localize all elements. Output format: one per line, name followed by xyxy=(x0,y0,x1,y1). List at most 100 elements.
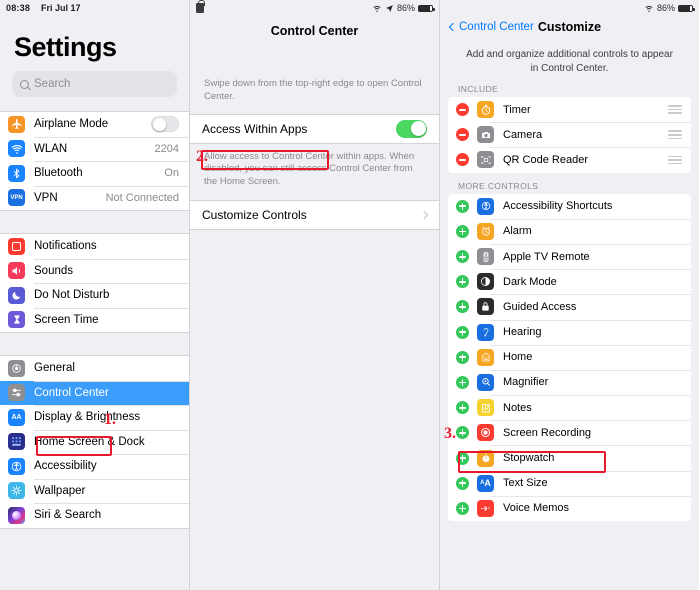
sidebar-item-display-brightness[interactable]: AA Display & Brightness xyxy=(0,405,189,430)
add-icon[interactable] xyxy=(456,501,469,515)
list-item-label: Stopwatch xyxy=(503,452,555,465)
list-item[interactable]: Dark Mode xyxy=(448,269,691,294)
vpn-icon: VPN xyxy=(8,189,25,207)
add-icon[interactable] xyxy=(456,426,469,440)
sidebar-item-label: Siri & Search xyxy=(34,509,102,522)
list-item[interactable]: Home xyxy=(448,344,691,370)
add-icon[interactable] xyxy=(456,325,469,339)
list-item[interactable]: Guided Access xyxy=(448,294,691,319)
sidebar-item-screen-time[interactable]: Screen Time xyxy=(0,307,189,332)
list-item[interactable]: Apple TV Remote xyxy=(448,243,691,269)
list-item-label: Accessibility Shortcuts xyxy=(503,200,613,213)
list-item-label: Dark Mode xyxy=(503,275,557,288)
access-within-apps-row[interactable]: Access Within Apps xyxy=(190,115,439,143)
list-item[interactable]: Hearing xyxy=(448,319,691,345)
list-item[interactable]: Camera xyxy=(448,122,691,147)
list-item[interactable]: Notes xyxy=(448,395,691,420)
wifi-status-icon xyxy=(645,5,653,12)
list-item-label: Home xyxy=(503,351,533,364)
sidebar-item-sounds[interactable]: Sounds xyxy=(0,258,189,283)
alarm-icon xyxy=(477,222,494,240)
list-item[interactable]: QR Code Reader xyxy=(448,147,691,172)
qr-code-reader-icon xyxy=(477,151,494,169)
more-controls-section-header: MORE CONTROLS xyxy=(458,180,539,191)
list-item[interactable]: Voice Memos xyxy=(448,495,691,521)
add-icon[interactable] xyxy=(456,476,469,490)
control-center-panel: 86% Control Center Swipe down from the t… xyxy=(190,0,440,590)
customize-controls-label: Customize Controls xyxy=(202,208,307,223)
search-input[interactable]: Search xyxy=(12,71,177,97)
add-icon[interactable] xyxy=(456,199,469,213)
list-item-label: Voice Memos xyxy=(503,502,570,515)
more-controls-list: Accessibility Shortcuts Alarm Apple TV R… xyxy=(448,193,691,521)
list-item[interactable]: Accessibility Shortcuts xyxy=(448,194,691,219)
customize-panel: 86% Control Center Customize Add and org… xyxy=(440,0,699,590)
add-icon[interactable] xyxy=(456,401,469,415)
sidebar-item-wlan[interactable]: WLAN 2204 xyxy=(0,136,189,161)
add-icon[interactable] xyxy=(456,300,469,314)
include-section-header: INCLUDE xyxy=(458,84,499,94)
right-status-bar: 86% xyxy=(440,0,699,16)
voice-memos-icon xyxy=(477,499,494,517)
list-item-label: QR Code Reader xyxy=(503,153,588,166)
sidebar-item-vpn[interactable]: VPN VPN Not Connected xyxy=(0,185,189,210)
remove-icon[interactable] xyxy=(456,153,469,167)
sidebar-item-label: Notifications xyxy=(34,240,97,253)
sidebar-item-do-not-disturb[interactable]: Do Not Disturb xyxy=(0,283,189,308)
airplane-mode-toggle[interactable] xyxy=(151,116,179,133)
battery-icon xyxy=(418,4,435,12)
battery-percent: 86% xyxy=(656,3,675,13)
add-icon[interactable] xyxy=(456,451,469,465)
sidebar-item-bluetooth[interactable]: Bluetooth On xyxy=(0,161,189,186)
customize-intro: Add and organize additional controls to … xyxy=(466,49,673,74)
sidebar-item-control-center[interactable]: Control Center xyxy=(0,380,189,405)
sidebar-item-siri-search[interactable]: Siri & Search xyxy=(0,503,189,528)
add-icon[interactable] xyxy=(456,375,469,389)
list-item[interactable]: Alarm xyxy=(448,218,691,244)
sidebar-item-label: Control Center xyxy=(34,386,109,399)
sidebar-item-airplane-mode[interactable]: Airplane Mode xyxy=(0,112,189,137)
location-arrow-icon xyxy=(386,4,393,12)
add-icon[interactable] xyxy=(456,224,469,238)
annotation-step-3: 3. xyxy=(444,425,456,442)
sidebar-item-notifications[interactable]: Notifications xyxy=(0,234,189,259)
siri-search-icon xyxy=(8,506,25,524)
sidebar-item-home-screen-dock[interactable]: Home Screen & Dock xyxy=(0,429,189,454)
sidebar-divider-2 xyxy=(0,333,189,355)
add-icon[interactable] xyxy=(456,350,469,364)
list-item-label: Timer xyxy=(503,103,531,116)
access-within-apps-label: Access Within Apps xyxy=(202,121,308,136)
notes-icon xyxy=(477,399,494,417)
reorder-handle-icon[interactable] xyxy=(668,155,682,165)
bluetooth-icon xyxy=(8,164,25,182)
sidebar-item-accessibility[interactable]: Accessibility xyxy=(0,454,189,479)
customize-controls-row[interactable]: Customize Controls xyxy=(190,201,439,229)
list-item[interactable]: AA Text Size xyxy=(448,470,691,496)
general-icon xyxy=(8,359,25,377)
add-icon[interactable] xyxy=(456,275,469,289)
access-within-apps-description: Allow access to Control Center within ap… xyxy=(204,150,415,188)
status-time: 08:38 xyxy=(6,3,31,13)
access-within-apps-toggle[interactable] xyxy=(396,119,427,138)
reorder-handle-icon[interactable] xyxy=(668,105,682,114)
list-item[interactable]: Stopwatch xyxy=(448,445,691,470)
list-item-label: Apple TV Remote xyxy=(503,250,590,263)
reorder-handle-icon[interactable] xyxy=(668,130,682,140)
remove-icon[interactable] xyxy=(456,128,469,142)
sidebar-item-general[interactable]: General xyxy=(0,356,189,381)
wallpaper-icon xyxy=(8,482,25,500)
list-item[interactable]: Screen Recording xyxy=(448,420,691,445)
magnifier-icon xyxy=(477,373,494,391)
list-item[interactable]: Magnifier xyxy=(448,369,691,395)
add-icon[interactable] xyxy=(456,250,469,264)
control-center-hint: Swipe down from the top-right edge to op… xyxy=(204,78,422,102)
sidebar-item-wallpaper[interactable]: Wallpaper xyxy=(0,478,189,503)
dark-mode-icon xyxy=(477,273,494,291)
remove-icon[interactable] xyxy=(456,103,469,117)
sidebar-item-label: Do Not Disturb xyxy=(34,289,110,302)
back-button[interactable]: Control Center xyxy=(448,21,534,33)
list-item[interactable]: Timer xyxy=(448,97,691,122)
navigation-bar: Control Center Customize xyxy=(440,16,699,38)
airplane-icon xyxy=(8,115,25,133)
list-item-label: Text Size xyxy=(503,477,548,490)
